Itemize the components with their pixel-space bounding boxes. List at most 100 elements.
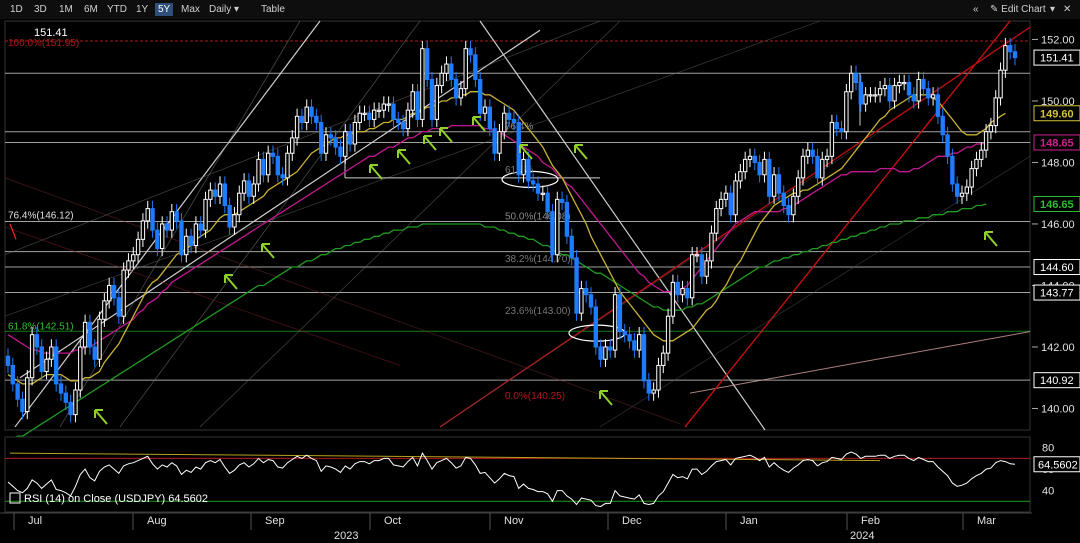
candle-body [901, 82, 907, 85]
candle-body [410, 91, 415, 111]
candle-body [285, 152, 290, 179]
candle-body [694, 254, 700, 257]
candle-body [535, 183, 541, 194]
candle-body [646, 380, 652, 394]
candle-body [954, 183, 960, 197]
candle-body [376, 109, 382, 112]
candle-body [362, 112, 367, 115]
rsi-value-tag: 64.5602 [1038, 459, 1078, 471]
candle-body [78, 346, 83, 391]
rsi-tick-0: 80 [1042, 443, 1054, 455]
edit-chart-button[interactable]: ✎ Edit Chart [990, 3, 1046, 16]
y-tick-label-3: 146.00 [1041, 219, 1075, 231]
candle-body [718, 198, 724, 210]
candle-body [49, 346, 54, 360]
candle-body [921, 78, 926, 90]
candle-body [502, 112, 507, 133]
table-button[interactable]: Table [261, 3, 285, 16]
candle-body [945, 134, 950, 157]
rsi-legend: RSI (14) on Close (USDJPY) 64.5602 [24, 493, 208, 505]
range-1m-button[interactable]: 1M [59, 3, 73, 16]
year-label-2024: 2024 [850, 530, 874, 542]
candle-body [415, 91, 420, 120]
candle-body [988, 125, 994, 133]
candle-body [318, 121, 324, 154]
candle-body [198, 223, 203, 231]
y-tick-label-2: 148.00 [1041, 157, 1075, 169]
candle-body [473, 54, 478, 80]
candle-body [661, 352, 666, 366]
candle-body [506, 112, 512, 120]
candle-body [950, 155, 955, 185]
close-icon[interactable]: ✕ [1063, 3, 1071, 16]
range-6m-button[interactable]: 6M [84, 3, 98, 16]
range-max-button[interactable]: Max [181, 3, 200, 16]
candle-body [140, 220, 146, 240]
candle-body [396, 118, 401, 123]
collapse-icon[interactable]: « [973, 3, 979, 16]
interval-select[interactable]: Daily ▾ [209, 3, 239, 16]
candle-body [829, 121, 835, 157]
candle-body [603, 346, 608, 360]
candle-body [916, 78, 921, 102]
month-label-6: Jan [740, 515, 758, 527]
candle-body [892, 85, 897, 102]
range-1d-button[interactable]: 1D [10, 3, 23, 16]
candle-body [723, 192, 729, 200]
candle-body [704, 260, 709, 277]
candle-body [974, 158, 979, 170]
candle-body [959, 192, 965, 197]
candle-body [121, 269, 126, 317]
candle-body [159, 223, 165, 250]
candle-body [169, 211, 175, 231]
range-ytd-button[interactable]: YTD [107, 3, 127, 16]
candle-body [131, 254, 136, 262]
candle-body [116, 297, 122, 317]
candle-body [608, 346, 613, 351]
candle-body [786, 205, 791, 216]
candle-body [275, 155, 281, 176]
candle-body [1007, 45, 1013, 53]
candle-body [598, 346, 603, 360]
range-1y-button[interactable]: 1Y [136, 3, 148, 16]
month-label-0: Jul [28, 515, 42, 527]
candle-body [497, 131, 502, 154]
candle-body [53, 346, 59, 385]
candle-body [352, 121, 358, 145]
candle-body [97, 318, 102, 360]
candle-body [323, 134, 329, 154]
candle-body [882, 85, 888, 90]
candle-body [940, 115, 945, 136]
range-5y-button[interactable]: 5Y [155, 3, 174, 16]
candle-body [333, 137, 338, 148]
candle-body [771, 174, 777, 197]
candle-body [873, 94, 878, 97]
candle-body [930, 94, 936, 99]
price-tag-2: 148.65 [1040, 137, 1074, 149]
candle-body [294, 115, 300, 139]
candle-body [521, 158, 526, 176]
candle-body [280, 174, 285, 179]
candle-body [82, 321, 88, 348]
candle-body [487, 106, 493, 130]
settings-icon[interactable]: ▾ [1050, 3, 1055, 16]
candle-body [641, 334, 647, 382]
candle-body [265, 152, 271, 176]
candle-body [776, 174, 782, 194]
candle-body [805, 149, 811, 157]
candle-body [1012, 51, 1018, 59]
candle-body [820, 158, 825, 179]
candle-body [844, 91, 849, 133]
candle-body [887, 85, 892, 102]
candle-body [651, 389, 656, 394]
price-tag-0: 151.41 [1040, 53, 1074, 65]
candle-body [106, 284, 112, 302]
month-label-7: Feb [861, 515, 880, 527]
interval-label: Daily [209, 4, 232, 15]
candle-body [357, 112, 362, 123]
range-3d-button[interactable]: 3D [34, 3, 47, 16]
candle-body [767, 158, 772, 197]
candle-body [983, 131, 989, 151]
chart-canvas[interactable]: 100.0%(151.95) 76.4%(146.12) 61.8%(142.51)… [0, 19, 1080, 543]
candle-body [44, 358, 49, 373]
